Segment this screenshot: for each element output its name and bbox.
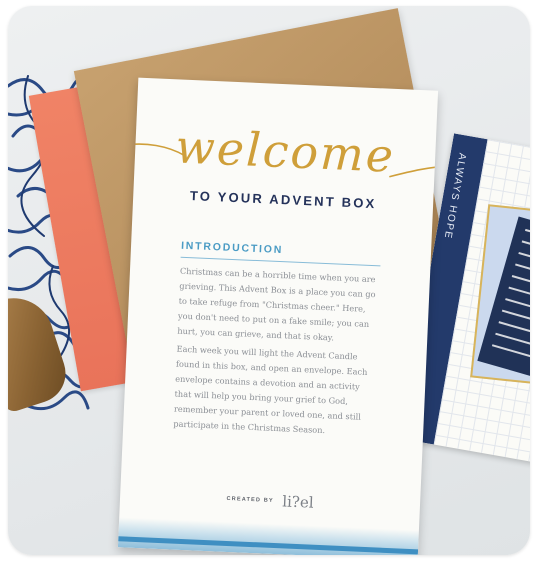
brand-logo: li?el: [281, 492, 314, 512]
photo-frame: ALWAYS HOPE welcome TO YOUR ADVENT BOX I…: [8, 6, 530, 555]
intro-paragraph-1: Christmas can be a horrible time when yo…: [177, 265, 376, 343]
intro-paragraph-2: Each week you will light the Advent Cand…: [173, 343, 368, 436]
created-by-credit: CREATED BY li?el: [120, 485, 421, 516]
credit-label: CREATED BY: [226, 495, 274, 504]
section-heading: INTRODUCTION: [180, 239, 382, 267]
book-spine-text: ALWAYS HOPE: [441, 152, 468, 241]
welcome-card: welcome TO YOUR ADVENT BOX INTRODUCTION …: [117, 77, 439, 555]
